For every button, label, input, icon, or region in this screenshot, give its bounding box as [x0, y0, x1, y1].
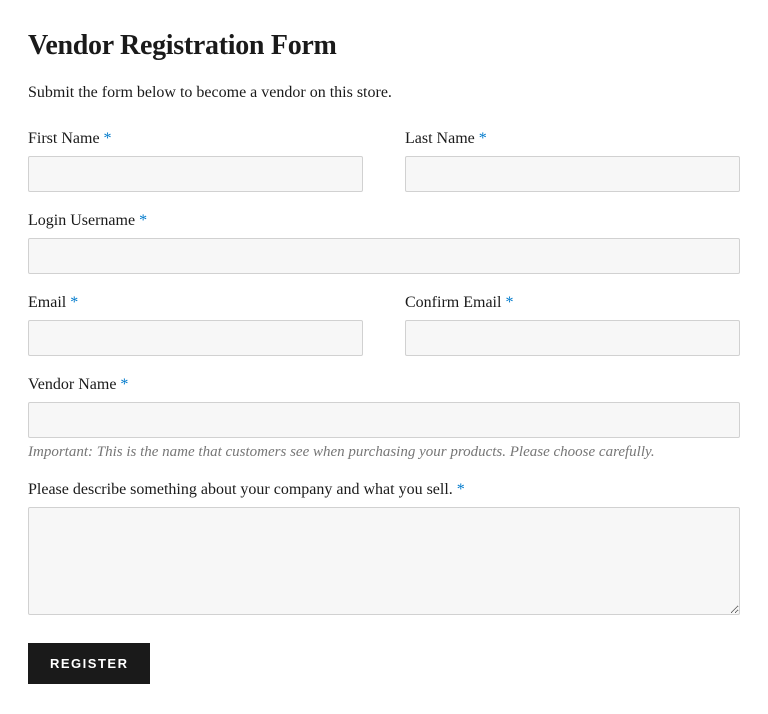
required-marker: *: [505, 294, 513, 311]
confirm-email-label: Confirm Email *: [405, 294, 740, 312]
page-title: Vendor Registration Form: [28, 30, 740, 62]
first-name-label-text: First Name: [28, 130, 100, 147]
last-name-input[interactable]: [405, 156, 740, 192]
required-marker: *: [479, 130, 487, 147]
last-name-group: Last Name *: [405, 130, 740, 192]
first-name-label: First Name *: [28, 130, 363, 148]
register-button[interactable]: Register: [28, 643, 150, 684]
vendor-name-label-text: Vendor Name: [28, 376, 116, 393]
required-marker: *: [139, 212, 147, 229]
vendor-name-label: Vendor Name *: [28, 376, 740, 394]
vendor-name-input[interactable]: [28, 402, 740, 438]
intro-text: Submit the form below to become a vendor…: [28, 84, 740, 102]
vendor-registration-form: First Name * Last Name * Login Username …: [28, 130, 740, 684]
first-name-input[interactable]: [28, 156, 363, 192]
last-name-label-text: Last Name: [405, 130, 475, 147]
login-username-input[interactable]: [28, 238, 740, 274]
description-label: Please describe something about your com…: [28, 481, 740, 499]
description-textarea[interactable]: [28, 507, 740, 615]
email-input[interactable]: [28, 320, 363, 356]
confirm-email-input[interactable]: [405, 320, 740, 356]
description-group: Please describe something about your com…: [28, 481, 740, 615]
login-username-label-text: Login Username: [28, 212, 135, 229]
vendor-name-hint: Important: This is the name that custome…: [28, 444, 740, 461]
description-label-text: Please describe something about your com…: [28, 481, 453, 498]
vendor-name-group: Vendor Name *: [28, 376, 740, 438]
required-marker: *: [120, 376, 128, 393]
first-name-group: First Name *: [28, 130, 363, 192]
email-group: Email *: [28, 294, 363, 356]
login-username-group: Login Username *: [28, 212, 740, 274]
email-label-text: Email: [28, 294, 66, 311]
last-name-label: Last Name *: [405, 130, 740, 148]
login-username-label: Login Username *: [28, 212, 740, 230]
required-marker: *: [457, 481, 465, 498]
confirm-email-label-text: Confirm Email: [405, 294, 501, 311]
required-marker: *: [70, 294, 78, 311]
email-label: Email *: [28, 294, 363, 312]
required-marker: *: [104, 130, 112, 147]
confirm-email-group: Confirm Email *: [405, 294, 740, 356]
